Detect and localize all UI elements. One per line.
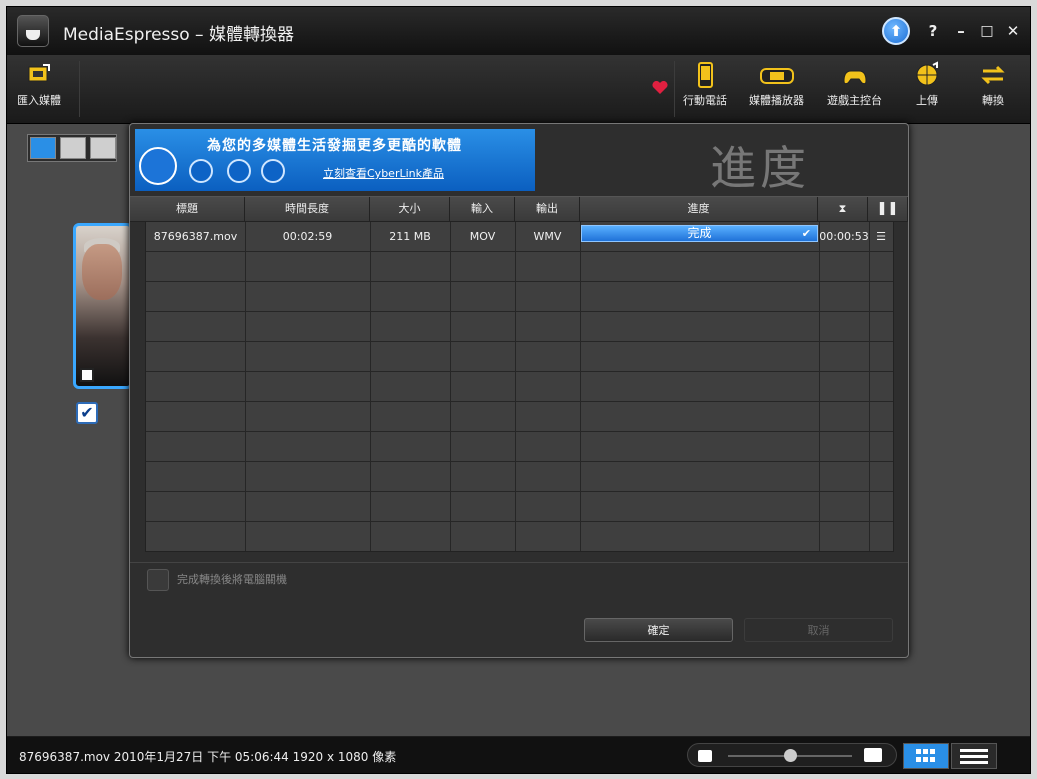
promo-banner[interactable]: 為您的多媒體生活發掘更多更酷的軟體 立刻查看CyberLink產品 <box>135 129 535 191</box>
clapper-hand-icon <box>139 147 177 185</box>
table-row <box>146 372 893 402</box>
mobile-phone-icon <box>698 62 713 88</box>
media-player-icon <box>759 68 794 84</box>
shutdown-label: 完成轉換後將電腦關機 <box>177 573 287 586</box>
table-row[interactable]: 87696387.mov 00:02:59 211 MB MOV WMV 完成 … <box>146 222 893 252</box>
globe-upload-icon <box>916 61 938 86</box>
row-size: 211 MB <box>389 230 431 243</box>
checkmark-icon: ✔ <box>801 227 811 240</box>
shutdown-option: 完成轉換後將電腦關機 <box>147 569 287 591</box>
tab-photo-icon[interactable] <box>90 137 116 159</box>
media-player-label: 媒體播放器 <box>749 94 804 107</box>
camera-icon <box>227 159 251 183</box>
main-toolbar: 匯入媒體 行動電話 媒體播放器 遊戲主控台 上傳 轉換 <box>7 55 1030 124</box>
tab-video-icon[interactable] <box>60 137 86 159</box>
dialog-title: 進度 <box>710 141 810 195</box>
mobile-phone-label: 行動電話 <box>683 94 727 107</box>
col-progress: 進度 <box>580 197 818 221</box>
media-thumbnail[interactable] <box>73 223 133 389</box>
table-row <box>146 342 893 372</box>
table-row <box>146 432 893 462</box>
conversion-table: 87696387.mov 00:02:59 211 MB MOV WMV 完成 … <box>145 221 894 552</box>
media-player-button[interactable]: 媒體播放器 <box>749 61 804 108</box>
row-elapsed: 00:00:53 <box>819 230 869 243</box>
table-row <box>146 312 893 342</box>
table-row <box>146 492 893 522</box>
window-title: MediaEspresso – 媒體轉換器 <box>63 25 294 45</box>
table-row <box>146 282 893 312</box>
import-media-icon <box>28 64 50 82</box>
row-progress-label: 完成 <box>687 226 712 240</box>
game-console-label: 遊戲主控台 <box>827 94 882 107</box>
media-type-tabs <box>27 134 117 162</box>
col-duration: 時間長度 <box>245 197 370 221</box>
dialog-divider <box>130 562 908 563</box>
row-output: WMV <box>533 230 562 243</box>
convert-label: 轉換 <box>982 94 1004 107</box>
thumbnail-checkbox[interactable]: ✔ <box>76 402 98 424</box>
col-input: 輸入 <box>450 197 515 221</box>
toolbar-divider <box>674 61 675 117</box>
banner-headline: 為您的多媒體生活發掘更多更酷的軟體 <box>207 138 462 154</box>
zoom-large-icon <box>864 748 882 762</box>
game-console-button[interactable]: 遊戲主控台 <box>827 61 882 108</box>
cancel-button[interactable]: 取消 <box>744 618 893 642</box>
upload-button[interactable]: 上傳 <box>913 61 941 108</box>
status-file-info: 87696387.mov 2010年1月27日 下午 05:06:44 1920… <box>19 750 397 764</box>
col-elapsed-hourglass-icon: ⧗ <box>818 197 868 221</box>
music-icon <box>261 159 285 183</box>
table-header: 標題 時間長度 大小 輸入 輸出 進度 ⧗ ❚❚ <box>130 196 908 222</box>
row-duration: 00:02:59 <box>282 230 333 243</box>
film-icon <box>80 368 94 382</box>
import-media-button[interactable]: 匯入媒體 <box>17 61 61 108</box>
mobile-phone-button[interactable]: 行動電話 <box>683 61 727 108</box>
row-title: 87696387.mov <box>153 230 238 243</box>
col-title: 標題 <box>130 197 245 221</box>
title-bar: MediaEspresso – 媒體轉換器 ⬆ ? – □ ✕ <box>7 7 1030 55</box>
coffee-cup-icon <box>17 15 49 47</box>
progress-dialog: 為您的多媒體生活發掘更多更酷的軟體 立刻查看CyberLink產品 進度 標題 … <box>129 123 909 658</box>
col-size: 大小 <box>370 197 450 221</box>
list-view-button[interactable] <box>951 743 997 769</box>
help-button[interactable]: ? <box>923 21 943 41</box>
grid-view-button[interactable] <box>903 743 949 769</box>
convert-arrows-icon <box>981 65 1005 85</box>
convert-button[interactable]: 轉換 <box>979 61 1007 108</box>
row-input: MOV <box>469 230 496 243</box>
table-row <box>146 402 893 432</box>
row-progress-bar: 完成 ✔ <box>581 225 818 242</box>
update-arrow-icon[interactable]: ⬆ <box>882 17 910 45</box>
heart-icon[interactable] <box>652 81 668 95</box>
zoom-small-icon <box>698 750 712 762</box>
shutdown-checkbox[interactable] <box>147 569 169 591</box>
toolbar-divider <box>79 61 80 117</box>
row-details-icon[interactable]: ☰ <box>869 222 893 252</box>
video-icon <box>189 159 213 183</box>
maximize-button[interactable]: □ <box>977 21 997 41</box>
import-media-label: 匯入媒體 <box>17 94 61 107</box>
grid-view-icon <box>916 749 935 762</box>
close-button[interactable]: ✕ <box>1003 21 1023 41</box>
col-output: 輸出 <box>515 197 580 221</box>
table-row <box>146 522 893 551</box>
table-row <box>146 252 893 282</box>
game-controller-icon <box>842 70 867 85</box>
cyberlink-link[interactable]: 立刻查看CyberLink產品 <box>323 165 444 181</box>
status-bar: 87696387.mov 2010年1月27日 下午 05:06:44 1920… <box>7 737 1030 773</box>
upload-label: 上傳 <box>916 94 938 107</box>
minimize-button[interactable]: – <box>951 21 971 41</box>
list-view-icon <box>960 749 988 764</box>
thumbnail-face <box>82 244 122 300</box>
zoom-knob[interactable] <box>784 749 797 762</box>
pause-icon[interactable]: ❚❚ <box>868 197 908 221</box>
table-row <box>146 462 893 492</box>
tab-all-media-icon[interactable] <box>30 137 56 159</box>
thumbnail-zoom-slider[interactable] <box>687 743 897 767</box>
ok-button[interactable]: 確定 <box>584 618 733 642</box>
